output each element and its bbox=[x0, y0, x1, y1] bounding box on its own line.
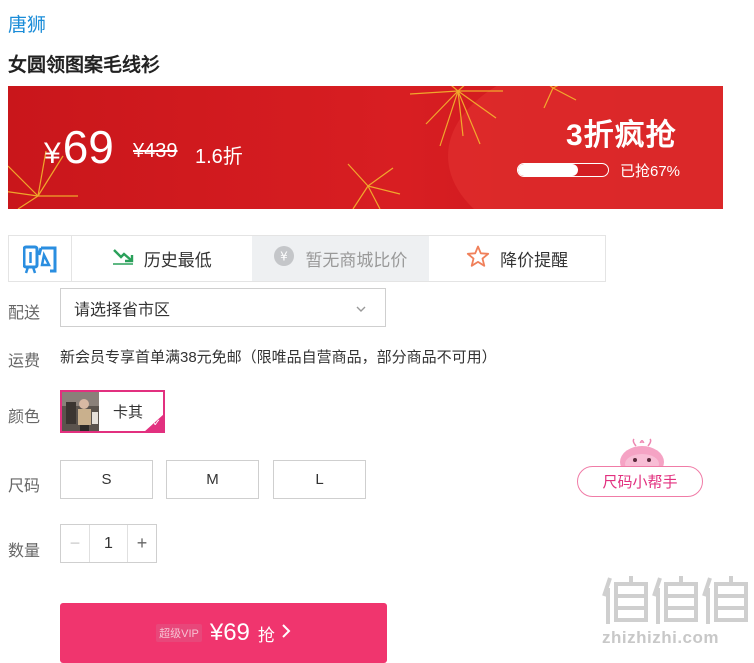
quantity-label: 数量 bbox=[8, 543, 41, 560]
delivery-label: 配送 bbox=[8, 305, 41, 322]
super-vip-badge: 超级VIP bbox=[156, 624, 202, 642]
svg-text:¥: ¥ bbox=[281, 250, 289, 264]
gou-logo-icon bbox=[9, 236, 72, 281]
shipping-info: 新会员专享首单满38元免邮（限唯品自营商品，部分商品不可用） bbox=[60, 349, 497, 366]
watermark-text: zhizhizhi.com bbox=[602, 628, 719, 647]
price-tools-bar: 历史最低 ¥ 暂无商城比价 降价提醒 bbox=[8, 235, 606, 282]
size-option-l[interactable]: L bbox=[273, 460, 366, 499]
trend-down-icon bbox=[112, 247, 134, 270]
size-label: 尺码 bbox=[8, 478, 41, 495]
sold-progress-fill bbox=[518, 164, 579, 176]
buy-price: ¥69 bbox=[209, 619, 250, 646]
color-option-khaki[interactable]: 卡其 ✓ bbox=[60, 390, 165, 433]
star-icon bbox=[466, 245, 490, 273]
promo-banner: ¥69 ¥439 1.6折 3折疯抢 已抢67% bbox=[8, 86, 723, 209]
price-compare-label: 暂无商城比价 bbox=[305, 251, 408, 270]
size-option-s[interactable]: S bbox=[60, 460, 153, 499]
current-price: ¥69 bbox=[44, 120, 114, 181]
buy-now-button[interactable]: 超级VIP ¥69 抢 bbox=[60, 603, 387, 663]
product-title: 女圆领图案毛线衫 bbox=[8, 55, 161, 76]
brand-link[interactable]: 唐狮 bbox=[8, 10, 46, 37]
quantity-stepper: − 1 + bbox=[60, 524, 157, 563]
price-value: 69 bbox=[62, 121, 114, 173]
chevron-down-icon bbox=[355, 301, 367, 319]
color-option-label: 卡其 bbox=[113, 404, 144, 421]
price-alert-label: 降价提醒 bbox=[500, 251, 569, 270]
shipping-label: 运费 bbox=[8, 353, 41, 370]
quantity-decrease-button[interactable]: − bbox=[61, 525, 90, 562]
history-lowest-button[interactable]: 历史最低 bbox=[72, 236, 252, 281]
original-price: ¥439 bbox=[133, 140, 178, 162]
color-label: 颜色 bbox=[8, 409, 41, 426]
history-lowest-label: 历史最低 bbox=[143, 251, 212, 270]
region-select-placeholder: 请选择省市区 bbox=[74, 301, 171, 319]
region-select[interactable]: 请选择省市区 bbox=[60, 288, 386, 327]
buy-label: 抢 bbox=[257, 625, 275, 645]
color-swatch-image bbox=[62, 392, 99, 431]
flash-sale-title: 3折疯抢 bbox=[566, 119, 677, 152]
yen-coin-icon: ¥ bbox=[273, 245, 295, 272]
site-watermark: zhizhizhi.com bbox=[602, 574, 752, 648]
sold-progress-bar bbox=[517, 163, 609, 177]
size-helper-button[interactable]: 尺码小帮手 bbox=[577, 466, 703, 497]
price-compare-button[interactable]: ¥ 暂无商城比价 bbox=[251, 236, 430, 281]
currency-symbol: ¥ bbox=[44, 137, 61, 170]
sold-progress-label: 已抢67% bbox=[620, 163, 681, 180]
selected-check-icon: ✓ bbox=[144, 414, 163, 431]
quantity-value[interactable]: 1 bbox=[90, 525, 127, 562]
size-option-m[interactable]: M bbox=[166, 460, 259, 499]
watermark-logo-icon bbox=[602, 574, 752, 626]
quantity-increase-button[interactable]: + bbox=[127, 525, 156, 562]
discount-rate: 1.6折 bbox=[195, 146, 243, 168]
price-alert-button[interactable]: 降价提醒 bbox=[429, 236, 605, 281]
chevron-right-icon bbox=[281, 623, 291, 644]
